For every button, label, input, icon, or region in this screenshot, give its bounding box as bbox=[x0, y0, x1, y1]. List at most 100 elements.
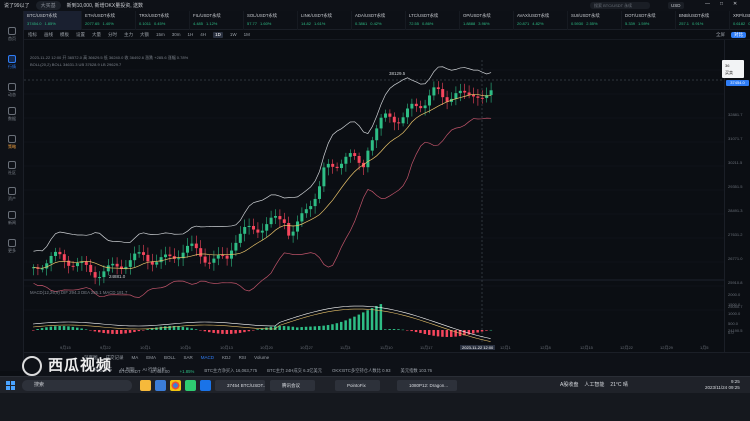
taskbar-window-3[interactable]: PointoFix bbox=[335, 380, 380, 391]
macd-bar bbox=[243, 330, 246, 333]
candle-body bbox=[436, 87, 440, 90]
toolbar-item-5[interactable]: 分时 bbox=[108, 32, 117, 38]
ticker-tab-13[interactable]: XRP/USDT永续 0.61820.23% bbox=[730, 11, 750, 30]
toolbar-item-4[interactable]: 大量 bbox=[92, 32, 101, 38]
tray-item-2[interactable]: 人工智能 bbox=[584, 381, 604, 388]
news-item-3[interactable]: 美元指数 103.76 bbox=[401, 368, 433, 374]
x-tick-label: 12月29 bbox=[660, 345, 673, 350]
taskbar-window-2[interactable]: 腾讯会议 bbox=[270, 380, 315, 391]
close-icon[interactable]: ✕ bbox=[733, 1, 737, 7]
toolbar-item-0[interactable]: 指标 bbox=[28, 32, 37, 38]
sidebar-item-market[interactable]: 行情 bbox=[0, 55, 24, 70]
ticker-tab-9[interactable]: AVAX/USDT永续 20.871 4.82% bbox=[514, 11, 568, 30]
ticker-name: BNB/USDT永续 bbox=[679, 13, 710, 18]
toolbar-item-2[interactable]: 模板 bbox=[60, 32, 69, 38]
sidebar-item-more[interactable]: 更多 bbox=[0, 239, 24, 254]
macd-tick-label: 0.0 bbox=[728, 330, 734, 335]
ticker-tab-4[interactable]: SOL/USDT永续 57.77 1.60% bbox=[244, 11, 298, 30]
sidebar-item-data[interactable]: 数据 bbox=[0, 107, 24, 122]
macd-bar bbox=[370, 308, 374, 330]
ticker-tab-7[interactable]: LTC/USDT永续 72.55 0.86% bbox=[406, 11, 460, 30]
sidebar-item-news[interactable]: 新闻 bbox=[0, 211, 24, 226]
indicator-tab-2[interactable]: MA bbox=[132, 355, 139, 361]
toolbar-item-12[interactable]: 1D bbox=[213, 31, 223, 38]
macd-bar bbox=[247, 330, 251, 332]
toolbar-item-1[interactable]: 画线 bbox=[44, 32, 53, 38]
toolbar-item-7[interactable]: 大额 bbox=[140, 32, 149, 38]
ticker-tab-12[interactable]: BNB/USDT永续 257.1 0.91% bbox=[676, 11, 730, 30]
wechat-icon[interactable] bbox=[185, 380, 196, 391]
x-tick-label: 2023-11-22 12:00 bbox=[460, 345, 496, 350]
ticker-tab-5[interactable]: LINK/USDT永续 14.82 1.61% bbox=[298, 11, 352, 30]
indicator-tab-3[interactable]: EMA bbox=[146, 355, 156, 361]
news-ticker: BTC/USDT 37,454.00 +1.85% BTC主力净买入 16,063,7… bbox=[24, 367, 750, 375]
global-search-input[interactable]: 搜索 BTC/USDT 永续 bbox=[590, 2, 650, 9]
sidebar-item-strategy[interactable]: 策略 bbox=[0, 135, 24, 150]
taskbar-window-1[interactable]: 37454 BTC/USDT... bbox=[215, 380, 265, 391]
sidebar-item-community[interactable]: 社区 bbox=[0, 161, 24, 176]
indicator-tab-6[interactable]: MACD bbox=[201, 355, 214, 361]
ticker-tab-11[interactable]: DOT/USDT永续 5.339 1.59% bbox=[622, 11, 676, 30]
currency-selector[interactable]: USD bbox=[668, 2, 684, 9]
indicator-tab-0[interactable]: 深度图 bbox=[84, 355, 98, 361]
store-icon[interactable] bbox=[155, 380, 166, 391]
edge-icon[interactable] bbox=[200, 380, 211, 391]
folder-icon[interactable] bbox=[140, 380, 151, 391]
ticker-tab-8[interactable]: OP/USDT永续 1.8888 3.96% bbox=[460, 11, 514, 30]
toolbar-item-11[interactable]: 4H bbox=[200, 32, 206, 38]
toolbar-item-8[interactable]: 15m bbox=[156, 32, 165, 38]
title-tab-1[interactable]: 说了99以了 bbox=[4, 2, 30, 9]
news-icon bbox=[8, 211, 16, 219]
taskbar-search[interactable]: 搜索 bbox=[22, 380, 132, 391]
ticker-change: 1.61% bbox=[314, 21, 326, 26]
ticker-name: DOT/USDT永续 bbox=[625, 13, 656, 18]
sidebar-item-feed[interactable]: 动态 bbox=[0, 83, 24, 98]
ticker-tab-3[interactable]: FIL/USDT永续 4.485 1.12% bbox=[190, 11, 244, 30]
indicator-tab-9[interactable]: Volume bbox=[254, 355, 269, 361]
price-chart[interactable]: 38129.5 24881.0 bbox=[24, 40, 724, 352]
tray-weather[interactable]: 21°C 晴 bbox=[610, 381, 628, 388]
sidebar-item-assets[interactable]: 资产 bbox=[0, 187, 24, 202]
toolbar-item-9[interactable]: 30m bbox=[172, 32, 181, 38]
macd-bar bbox=[238, 330, 242, 333]
candle-body bbox=[190, 243, 194, 246]
toolbar-item-3[interactable]: 设置 bbox=[76, 32, 85, 38]
toolbar-item-10[interactable]: 1H bbox=[188, 32, 194, 38]
toolbar-item-13[interactable]: 1W bbox=[230, 32, 237, 38]
title-tab-3[interactable]: 新到10,000, 新增OKX量投资, 送数 bbox=[67, 2, 143, 9]
order-popup[interactable]: 36 买卖 bbox=[722, 60, 744, 78]
popup-trade[interactable]: 买卖 bbox=[725, 70, 733, 76]
ticker-tab-10[interactable]: SUI/USDT永续 0.5930 2.55% bbox=[568, 11, 622, 30]
toolbar-item-14[interactable]: 1M bbox=[244, 32, 250, 38]
toolbar-item-6[interactable]: 主力 bbox=[124, 32, 133, 38]
ticker-tab-2[interactable]: TRX/USDT永续 0.1011 0.45% bbox=[136, 11, 190, 30]
x-tick-label: 12月15 bbox=[580, 345, 593, 350]
news-item-1[interactable]: BTC主力 24H成交 6.3亿美元 bbox=[267, 368, 322, 374]
taskbar-clock[interactable]: 9:25 2023/11/24 09:25 bbox=[705, 379, 740, 391]
indicator-tab-5[interactable]: SAR bbox=[184, 355, 193, 361]
ticker-tab-1[interactable]: ETH/USDT永续 2077.65 1.40% bbox=[82, 11, 136, 30]
ticker-tab-0[interactable]: BTC/USDT永续 37454.0 1.85% bbox=[24, 11, 82, 30]
taskbar-window-4[interactable]: 1080P12: Dragon... bbox=[397, 380, 457, 391]
candle-body bbox=[406, 108, 409, 118]
indicator-tab-4[interactable]: BOLL bbox=[164, 355, 176, 361]
indicator-tab-1[interactable]: 成交记录 bbox=[106, 355, 124, 361]
compare-button[interactable]: 对比 bbox=[731, 31, 746, 38]
x-tick-label: 11月10 bbox=[380, 345, 393, 350]
minimize-icon[interactable]: — bbox=[705, 1, 710, 7]
ticker-name: FIL/USDT永续 bbox=[193, 13, 221, 18]
ticker-tab-6[interactable]: ADA/USDT永续 0.3861 0.42% bbox=[352, 11, 406, 30]
maximize-icon[interactable]: □ bbox=[720, 1, 723, 7]
news-item-0[interactable]: BTC主力净买入 16,063,775 bbox=[204, 368, 257, 374]
news-item-2[interactable]: OKX:BTC多空持仓人数比 0.93 bbox=[332, 368, 391, 374]
fullscreen-button[interactable]: 全屏 bbox=[716, 32, 725, 38]
windows-start-icon[interactable] bbox=[6, 381, 15, 390]
indicator-tab-8[interactable]: RSI bbox=[239, 355, 247, 361]
sidebar-item-home[interactable]: 首页 bbox=[0, 27, 24, 42]
ticker-price: 0.5930 2.55% bbox=[571, 21, 618, 26]
indicator-tab-7[interactable]: KDJ bbox=[222, 355, 231, 361]
title-tab-2[interactable]: 大买基 bbox=[35, 1, 61, 10]
chrome-icon[interactable] bbox=[170, 380, 181, 391]
tray-item-1[interactable]: A股收盘 bbox=[560, 381, 578, 388]
x-tick-label: 10月1 bbox=[140, 345, 151, 350]
